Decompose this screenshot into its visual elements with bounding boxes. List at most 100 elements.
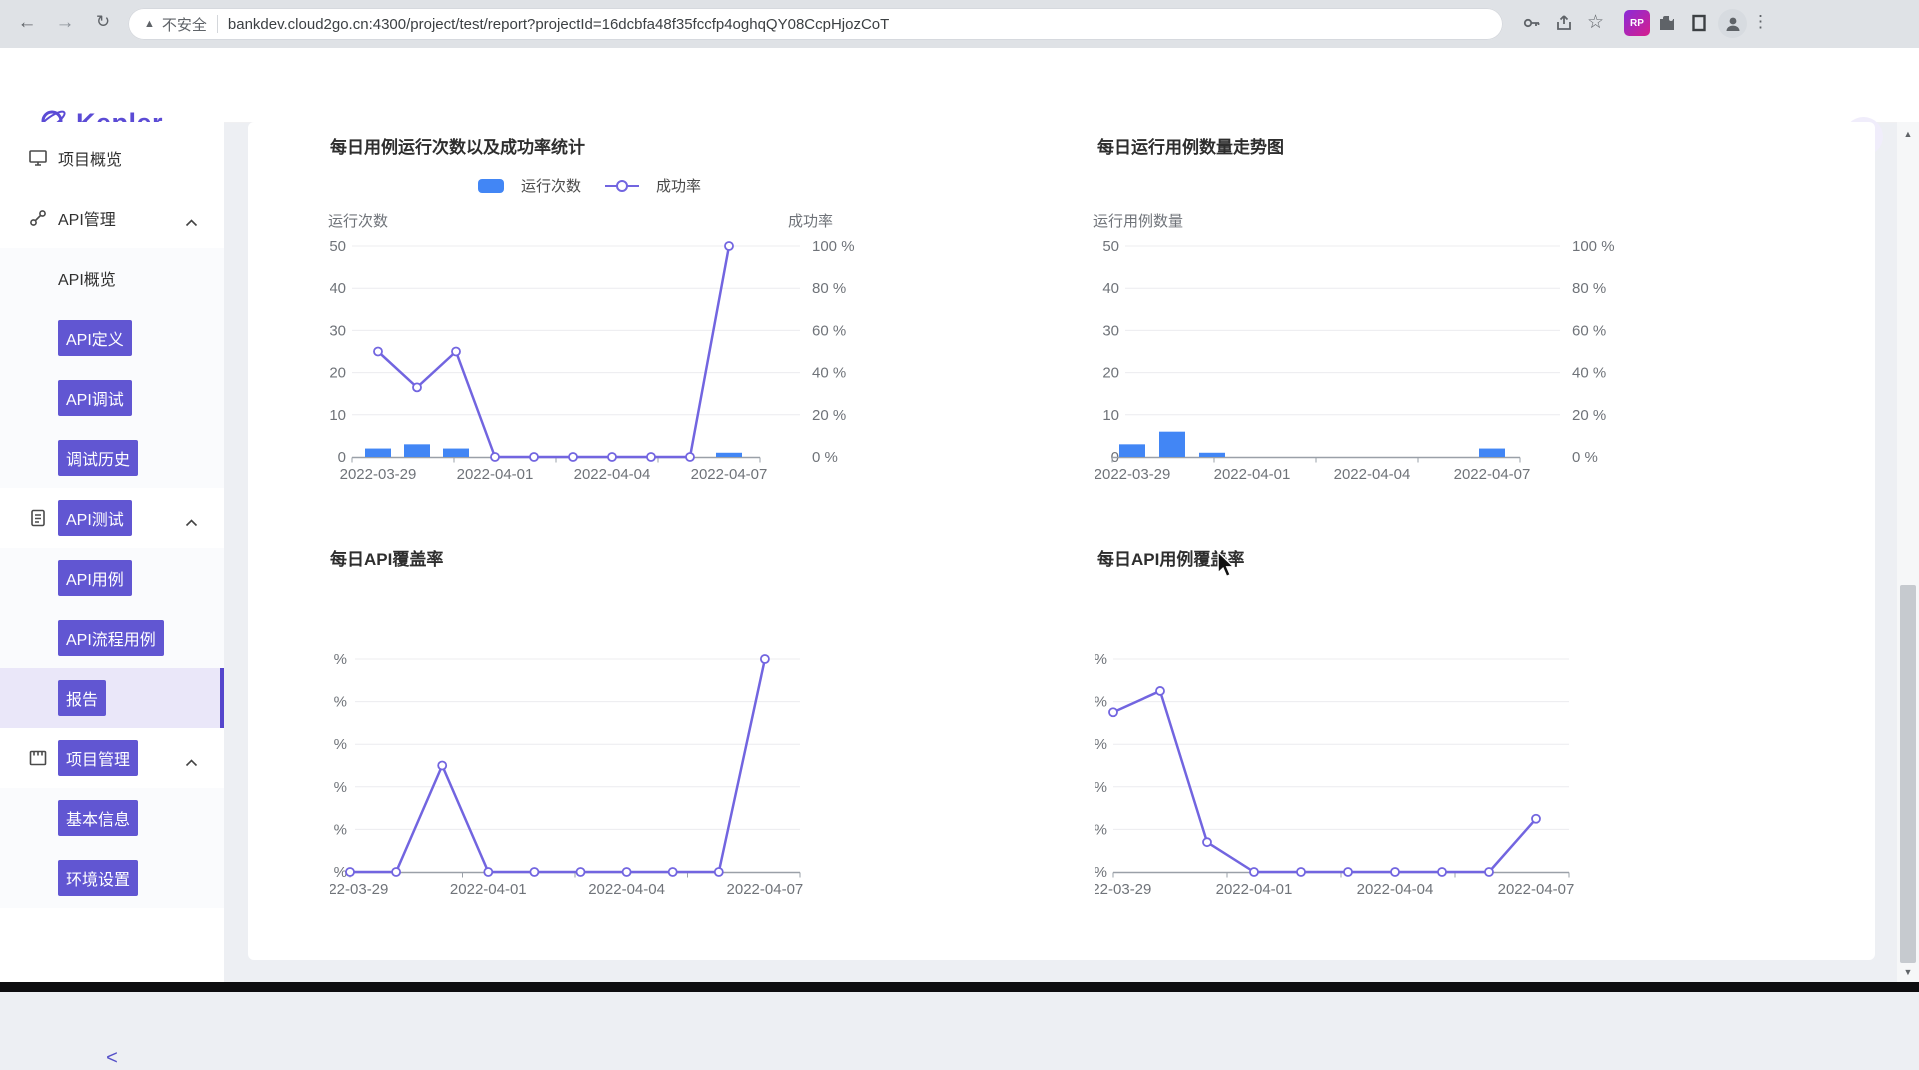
- line-series: [378, 246, 729, 457]
- forward-icon[interactable]: →: [52, 12, 78, 34]
- bottom-strip: [0, 982, 1919, 992]
- monitor-icon: [28, 148, 48, 168]
- y2-tick-label: 80 %: [812, 280, 846, 297]
- sidebar-item-label: API调试: [58, 380, 132, 416]
- scrollbar-up-icon[interactable]: ▲: [1897, 126, 1919, 142]
- line-point-2022-03-31: [438, 762, 446, 770]
- y2-tick-label: 60 %: [812, 322, 846, 339]
- back-icon[interactable]: ←: [14, 12, 40, 34]
- y2-tick-label: 100 %: [1572, 238, 1615, 255]
- y-tick-label: 0 %: [1095, 864, 1107, 881]
- mouse-cursor: [1216, 552, 1238, 583]
- scrollbar-thumb[interactable]: [1900, 585, 1916, 963]
- app-header: Kepler 帮助中心 ▼ jing: [0, 48, 1919, 123]
- reload-icon[interactable]: ↻: [90, 12, 116, 32]
- y-tick-label: 30: [1102, 322, 1119, 339]
- line-point-2022-04-05: [647, 453, 655, 461]
- y2-tick-label: 0 %: [1572, 449, 1598, 466]
- x-tick-label: 2022-04-01: [457, 466, 534, 483]
- legend-bar-swatch: [478, 179, 504, 193]
- sidebar-item-label: API管理: [58, 206, 116, 230]
- sidebar-item-env-settings[interactable]: 环境设置: [0, 848, 224, 908]
- sidebar-item-api-definition[interactable]: API定义: [0, 308, 224, 368]
- not-secure-warning-icon: ▲: [144, 18, 155, 30]
- divider: [217, 15, 218, 33]
- line-point-2022-04-04: [608, 453, 616, 461]
- bookmark-star-icon[interactable]: ☆: [1587, 11, 1604, 34]
- x-tick-label: 2022-04-07: [1454, 466, 1531, 483]
- line-point-2022-03-29: [374, 348, 382, 356]
- sidebar-item-api-debug[interactable]: API调试: [0, 368, 224, 428]
- x-tick-label: 2022-04-04: [1357, 881, 1434, 898]
- sidebar-item-api-management[interactable]: API管理: [0, 188, 224, 248]
- x-tick-label: 2022-03-29: [340, 466, 417, 483]
- sidebar-item-basic-info[interactable]: 基本信息: [0, 788, 224, 848]
- share-icon[interactable]: [1554, 13, 1574, 38]
- sidebar-collapse-button[interactable]: <: [0, 1047, 224, 1070]
- line-point-2022-04-02: [1297, 868, 1305, 876]
- address-bar[interactable]: ▲ 不安全 bankdev.cloud2go.cn:4300/project/t…: [128, 8, 1503, 40]
- line-point-2022-04-06: [686, 453, 694, 461]
- sidebar-item-api-case[interactable]: API用例: [0, 548, 224, 608]
- sidebar-item-debug-history[interactable]: 调试历史: [0, 428, 224, 488]
- chevron-up-icon: [185, 514, 198, 532]
- x-tick-label: 2022-04-07: [1498, 881, 1575, 898]
- sidebar-item-api-test[interactable]: API测试: [0, 488, 224, 548]
- line-point-2022-04-06: [1485, 868, 1493, 876]
- line-point-2022-03-30: [413, 383, 421, 391]
- x-tick-label: 2022-04-01: [1214, 466, 1291, 483]
- chart-canvas-0: 00 %1020 %2040 %3060 %4080 %50100 %2022-…: [330, 225, 875, 497]
- scrollbar-down-icon[interactable]: ▼: [1897, 964, 1919, 980]
- y-tick-label: 20 %: [330, 694, 347, 711]
- x-tick-label: 2022-04-01: [1216, 881, 1293, 898]
- y-tick-label: 80 %: [1095, 694, 1107, 711]
- y-tick-label: 40 %: [1095, 779, 1107, 796]
- extensions-puzzle-icon[interactable]: [1657, 13, 1677, 38]
- y2-tick-label: 40 %: [812, 365, 846, 382]
- url-text: bankdev.cloud2go.cn:4300/project/test/re…: [228, 16, 889, 33]
- line-point-2022-04-07: [725, 242, 733, 250]
- line-point-2022-04-03: [569, 453, 577, 461]
- x-tick-label: 2022-04-01: [450, 881, 527, 898]
- api-icon: [28, 208, 48, 228]
- browser-profile-avatar[interactable]: [1718, 9, 1747, 38]
- y-tick-label: 20: [1102, 365, 1119, 382]
- sidebar-item-report-selected[interactable]: 报告: [0, 668, 224, 728]
- chart-title-daily-case-count: 每日运行用例数量走势图: [1097, 133, 1284, 158]
- x-tick-label: 2022-04-07: [691, 466, 768, 483]
- chart-legend[interactable]: 运行次数 成功率: [478, 175, 701, 196]
- bar-2022-04-07: [716, 453, 742, 457]
- sidebar-item-api-overview[interactable]: API概览: [0, 248, 224, 308]
- browser-menu-kebab-icon[interactable]: ⋮: [1752, 12, 1769, 32]
- chart-title-run-success: 每日用例运行次数以及成功率统计: [330, 133, 585, 158]
- bar-2022-03-29: [365, 449, 391, 457]
- sidebar-item-label: 报告: [58, 680, 106, 716]
- sidebar-item-project-management[interactable]: 项目管理: [0, 728, 224, 788]
- legend-line-swatch: [605, 179, 639, 193]
- line-point-2022-04-05: [669, 868, 677, 876]
- bar-2022-03-30: [1159, 432, 1185, 457]
- x-tick-label: 2022-04-04: [1334, 466, 1411, 483]
- sidebar-item-label: 项目概览: [58, 146, 122, 170]
- line-series: [350, 659, 765, 872]
- rp-extension-icon[interactable]: RP: [1624, 10, 1650, 36]
- x-tick-label: 2022-03-29: [1095, 881, 1151, 898]
- y-tick-label: 0 %: [330, 864, 347, 881]
- line-point-2022-04-01: [491, 453, 499, 461]
- sidebar-item-project-overview[interactable]: 项目概览: [0, 128, 224, 188]
- line-point-2022-04-06: [715, 868, 723, 876]
- y-tick-label: 60 %: [1095, 736, 1107, 753]
- y-tick-label: 40: [330, 280, 346, 297]
- sidebar-item-api-flow-case[interactable]: API流程用例: [0, 608, 224, 668]
- line-point-2022-04-02: [530, 868, 538, 876]
- y2-tick-label: 100 %: [812, 238, 855, 255]
- line-point-2022-04-04: [1391, 868, 1399, 876]
- sidebar: 项目概览 API管理 API概览 API定义 API调试 调试历史 AP: [0, 122, 224, 982]
- password-key-icon[interactable]: [1522, 13, 1542, 38]
- doc-icon: [28, 508, 48, 528]
- sidebar-item-label: 项目管理: [58, 740, 138, 776]
- y-tick-label: 10: [1102, 407, 1119, 424]
- sidebar-item-label: 环境设置: [58, 860, 138, 896]
- side-panel-icon[interactable]: [1690, 14, 1708, 37]
- line-point-2022-04-02: [530, 453, 538, 461]
